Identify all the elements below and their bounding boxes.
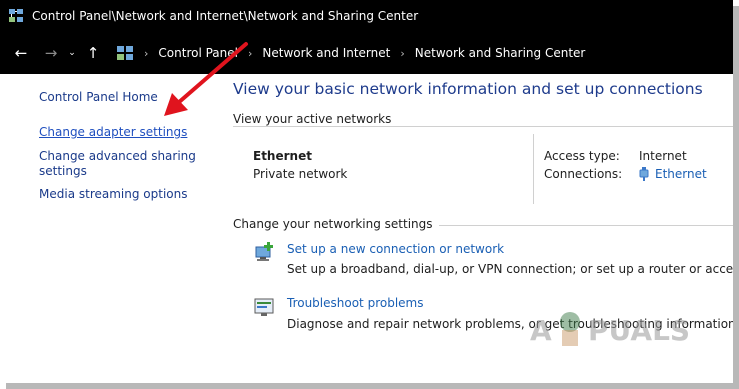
- address-bar[interactable]: › Control Panel › Network and Internet ›…: [112, 40, 733, 66]
- control-panel-location-icon: [117, 46, 133, 60]
- change-adapter-settings-link[interactable]: Change adapter settings: [39, 125, 187, 140]
- setup-new-connection-link[interactable]: Set up a new connection or network: [287, 242, 504, 256]
- address-toolbar: ← → ⌄ ↑ › Control Panel › Network and In…: [0, 32, 733, 74]
- control-panel-home-link[interactable]: Control Panel Home: [39, 90, 158, 105]
- network-category[interactable]: Private network: [253, 167, 347, 181]
- change-advanced-sharing-line2: settings: [39, 164, 87, 178]
- active-networks-title: View your active networks: [233, 112, 398, 126]
- ethernet-connection-label: Ethernet: [655, 167, 707, 181]
- appuals-watermark-logo: A PUALS: [530, 312, 690, 347]
- network-center-icon: [9, 9, 23, 22]
- active-networks-divider: [233, 126, 733, 127]
- back-arrow-icon[interactable]: ←: [10, 42, 32, 64]
- breadcrumb-separator-icon[interactable]: ›: [248, 47, 252, 60]
- forward-arrow-icon[interactable]: →: [40, 42, 62, 64]
- breadcrumb-separator-icon[interactable]: ›: [400, 47, 404, 60]
- setup-new-connection-desc: Set up a broadband, dial-up, or VPN conn…: [287, 262, 733, 276]
- watermark-letter-a: A: [530, 314, 552, 347]
- network-name: Ethernet: [253, 149, 312, 163]
- access-type-value: Internet: [639, 149, 687, 163]
- watermark-text: PUALS: [588, 314, 690, 347]
- change-advanced-sharing-line1: Change advanced sharing: [39, 149, 196, 163]
- left-task-pane: Control Panel Home Change adapter settin…: [0, 74, 215, 383]
- recent-locations-chevron-icon[interactable]: ⌄: [64, 42, 80, 64]
- network-info-divider: [533, 134, 534, 204]
- page-title: View your basic network information and …: [233, 80, 703, 98]
- up-arrow-icon[interactable]: ↑: [82, 42, 104, 64]
- change-settings-title: Change your networking settings: [233, 217, 439, 231]
- ethernet-plug-icon: [639, 167, 649, 181]
- media-streaming-options-link[interactable]: Media streaming options: [39, 187, 187, 202]
- access-type-label: Access type:: [544, 149, 620, 163]
- troubleshoot-problems-link[interactable]: Troubleshoot problems: [287, 296, 423, 310]
- change-advanced-sharing-link[interactable]: Change advanced sharing settings: [39, 149, 196, 179]
- window-title: Control Panel\Network and Internet\Netwo…: [32, 9, 419, 23]
- new-connection-icon: [255, 242, 273, 261]
- breadcrumb-separator-icon: ›: [144, 46, 149, 60]
- connections-label: Connections:: [544, 167, 623, 181]
- troubleshoot-icon: [254, 298, 274, 316]
- title-bar: Control Panel\Network and Internet\Netwo…: [0, 0, 733, 32]
- breadcrumb-network-sharing-center[interactable]: Network and Sharing Center: [415, 46, 586, 60]
- ethernet-connection-link[interactable]: Ethernet: [639, 167, 707, 181]
- breadcrumb-control-panel[interactable]: Control Panel: [158, 46, 238, 60]
- breadcrumb-network-and-internet[interactable]: Network and Internet: [262, 46, 390, 60]
